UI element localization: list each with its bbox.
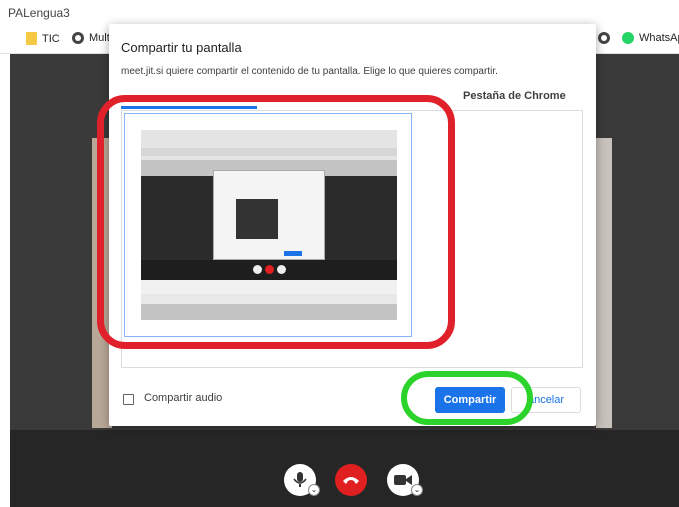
screen: PALengua3 TIC Mult WhatsAp Compartir tu … (0, 0, 679, 507)
globe-icon (72, 32, 84, 44)
browser-title-bar: PALengua3 (0, 0, 679, 26)
bookmark-mult[interactable]: Mult (72, 32, 110, 44)
chevron-down-icon[interactable]: ⌄ (411, 484, 423, 496)
camera-icon (394, 475, 412, 485)
chevron-down-icon[interactable]: ⌄ (308, 484, 320, 496)
whatsapp-icon (622, 32, 634, 44)
microphone-icon (293, 472, 307, 487)
globe-icon (598, 32, 610, 44)
microphone-button[interactable]: ⌄ (284, 464, 320, 496)
tab-chrome-tab[interactable]: Pestaña de Chrome (463, 90, 566, 102)
bookmark-tic[interactable]: TIC (26, 32, 60, 45)
window-title: PALengua3 (8, 6, 70, 20)
green-highlight-annotation (401, 371, 533, 425)
hangup-button[interactable] (335, 464, 367, 496)
dialog-title: Compartir tu pantalla (121, 40, 242, 55)
hangup-icon (343, 477, 359, 484)
bookmark-globe-extra[interactable] (598, 32, 610, 44)
share-audio-checkbox[interactable] (123, 394, 134, 405)
bookmark-whatsapp[interactable]: WhatsAp (622, 32, 679, 44)
folder-icon (26, 32, 37, 45)
camera-button[interactable]: ⌄ (387, 464, 423, 496)
bookmark-label: TIC (42, 32, 60, 45)
bookmark-label: WhatsAp (639, 32, 679, 44)
participant-video-right (596, 138, 612, 428)
dialog-subtitle: meet.jit.si quiere compartir el contenid… (121, 66, 498, 77)
bookmark-label: Mult (89, 32, 110, 44)
red-highlight-annotation (97, 95, 455, 349)
share-audio-label: Compartir audio (144, 392, 223, 404)
